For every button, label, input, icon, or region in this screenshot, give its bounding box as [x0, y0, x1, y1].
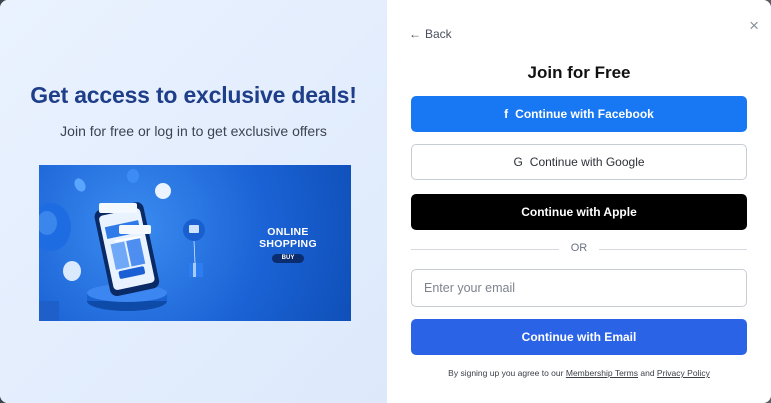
continue-facebook-button[interactable]: f Continue with Facebook — [411, 96, 747, 132]
privacy-policy-link[interactable]: Privacy Policy — [657, 368, 710, 378]
signup-title: Join for Free — [527, 63, 631, 82]
back-link[interactable]: ← Back — [409, 27, 452, 41]
facebook-icon: f — [504, 107, 509, 121]
facebook-button-label: Continue with Facebook — [515, 107, 654, 121]
arrow-left-icon: ← — [409, 27, 421, 41]
continue-apple-button[interactable]: Continue with Apple — [411, 194, 747, 230]
signup-panel: × ← Back Join for Free f Continue with F… — [387, 0, 771, 403]
promo-subhead: Join for free or log in to get exclusive… — [60, 123, 327, 139]
email-field[interactable] — [411, 269, 747, 307]
membership-terms-link[interactable]: Membership Terms — [566, 368, 638, 378]
banner-title-line2: SHOPPING — [259, 238, 317, 250]
terms-prefix: By signing up you agree to our — [448, 368, 564, 378]
apple-button-label: Continue with Apple — [521, 205, 637, 219]
divider-label: OR — [570, 242, 588, 254]
terms-and: and — [640, 368, 655, 378]
email-button-label: Continue with Email — [521, 330, 637, 344]
or-divider: OR — [411, 242, 747, 256]
google-icon: G — [513, 155, 523, 169]
back-label: Back — [425, 27, 452, 41]
banner-title-line1: ONLINE — [267, 226, 309, 238]
continue-google-button[interactable]: G Continue with Google — [411, 144, 747, 180]
close-icon[interactable]: × — [749, 17, 759, 34]
banner-title: ONLINE SHOPPING — [251, 226, 325, 250]
promo-headline: Get access to exclusive deals! — [30, 82, 357, 108]
banner-buy-badge: BUY — [272, 254, 304, 263]
promo-banner-image: ONLINE SHOPPING BUY — [39, 165, 351, 321]
terms-notice: By signing up you agree to our Membershi… — [387, 368, 771, 378]
google-button-label: Continue with Google — [529, 155, 645, 169]
promo-panel: Get access to exclusive deals! Join for … — [0, 0, 387, 403]
divider-line-right — [599, 249, 747, 250]
signup-modal: Get access to exclusive deals! Join for … — [0, 0, 771, 403]
continue-email-button[interactable]: Continue with Email — [411, 319, 747, 355]
